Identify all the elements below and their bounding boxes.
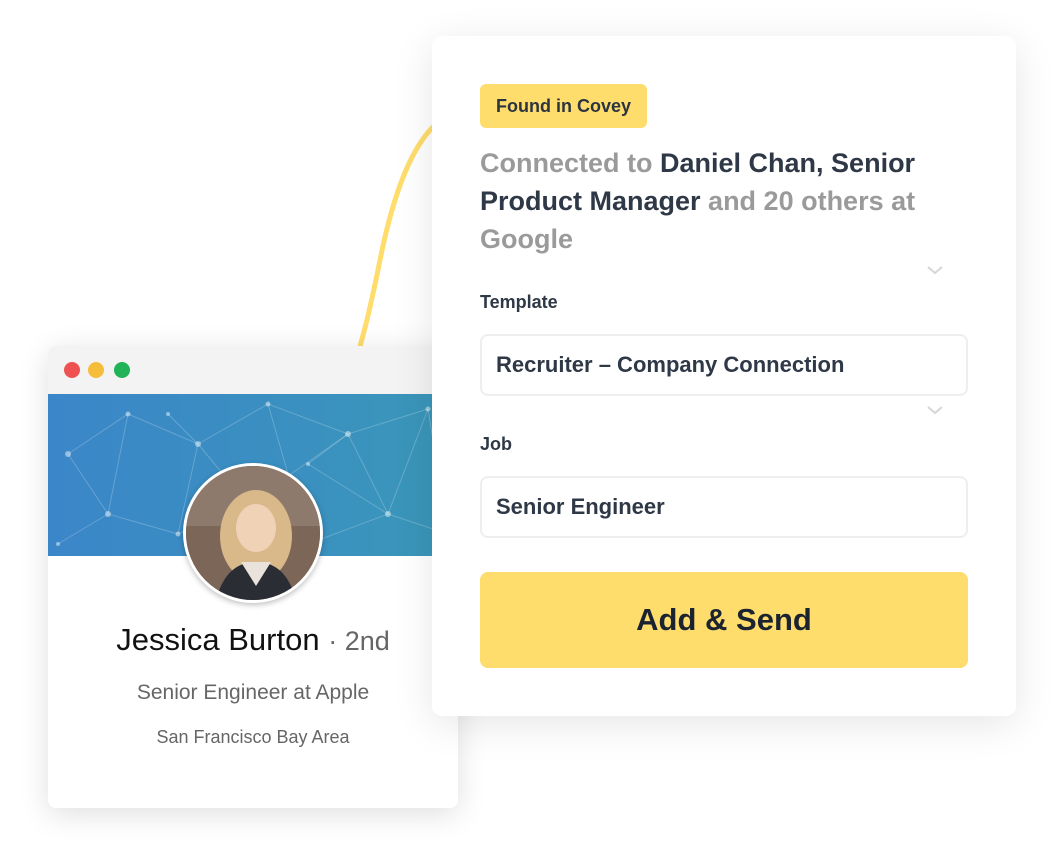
profile-name-line: Jessica Burton · 2nd [48, 622, 458, 658]
person-photo-icon [186, 466, 320, 600]
found-in-covey-badge: Found in Covey [480, 84, 647, 128]
minimize-window-icon[interactable] [88, 362, 104, 378]
profile-name[interactable]: Jessica Burton [116, 622, 319, 657]
maximize-window-icon[interactable] [114, 362, 130, 378]
template-select[interactable]: Recruiter – Company Connection [480, 334, 968, 396]
covey-card: Found in Covey Connected to Daniel Chan,… [432, 36, 1016, 716]
profile-location: San Francisco Bay Area [156, 727, 350, 747]
window-titlebar [48, 346, 458, 394]
connection-prefix: Connected to [480, 148, 660, 178]
job-select[interactable]: Senior Engineer [480, 476, 968, 538]
connection-name: Daniel Chan, [660, 148, 824, 178]
add-and-send-button[interactable]: Add & Send [480, 572, 968, 668]
profile-headline: Senior Engineer at Apple [136, 681, 370, 704]
connection-summary: Connected to Daniel Chan, Senior Product… [480, 144, 940, 258]
template-label: Template [480, 292, 558, 312]
connection-degree: · 2nd [328, 626, 390, 656]
profile-window: Jessica Burton · 2nd Senior Engineer at … [48, 346, 458, 808]
profile-avatar[interactable] [183, 463, 323, 603]
close-window-icon[interactable] [64, 362, 80, 378]
chevron-down-icon[interactable] [926, 402, 944, 420]
chevron-down-icon[interactable] [926, 262, 944, 280]
job-label: Job [480, 434, 513, 454]
